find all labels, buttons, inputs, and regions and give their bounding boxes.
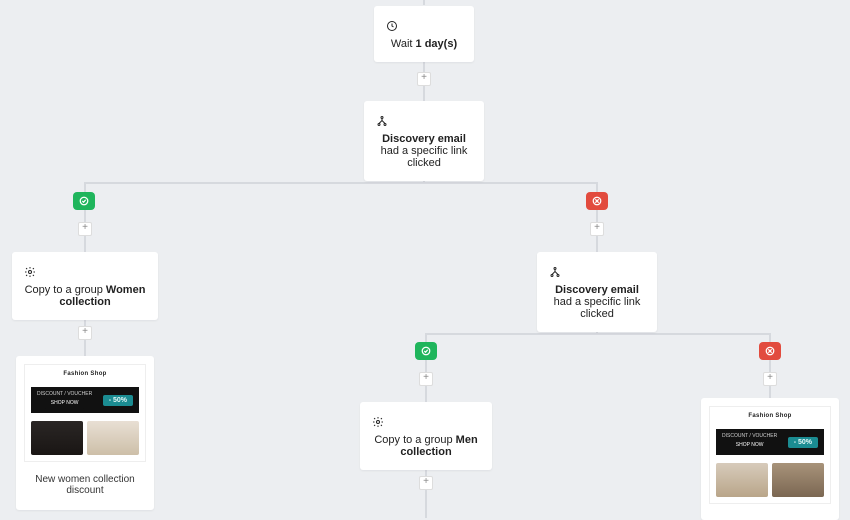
email-preview: Fashion Shop DISCOUNT / VOUCHER SHOP NOW… (709, 406, 831, 504)
email-preview: Fashion Shop DISCOUNT / VOUCHER SHOP NOW… (24, 364, 146, 462)
yes-badge (73, 192, 95, 210)
yes-badge (415, 342, 437, 360)
split-icon (376, 115, 472, 127)
action-text: Copy to a group Women collection (25, 284, 146, 308)
add-step-button[interactable]: + (590, 222, 604, 236)
action-copy-men[interactable]: Copy to a group Men collection (360, 402, 492, 470)
add-step-button[interactable]: + (417, 72, 431, 86)
no-badge (759, 342, 781, 360)
email-card-women[interactable]: Fashion Shop DISCOUNT / VOUCHER SHOP NOW… (16, 356, 154, 510)
action-text: Copy to a group Men collection (374, 434, 477, 458)
condition-text: Discovery email had a specific link clic… (554, 284, 641, 320)
wait-node[interactable]: Wait 1 day(s) (374, 6, 474, 62)
add-step-button[interactable]: + (419, 476, 433, 490)
add-step-button[interactable]: + (78, 222, 92, 236)
gear-icon (24, 266, 146, 278)
action-copy-women[interactable]: Copy to a group Women collection (12, 252, 158, 320)
add-step-button[interactable]: + (78, 326, 92, 340)
clock-icon (386, 20, 462, 32)
add-step-button[interactable]: + (763, 372, 777, 386)
split-icon (549, 266, 645, 278)
gear-icon (372, 416, 480, 428)
condition-node-2[interactable]: Discovery email had a specific link clic… (537, 252, 657, 332)
no-badge (586, 192, 608, 210)
wait-text: Wait 1 day(s) (391, 38, 457, 50)
condition-text: Discovery email had a specific link clic… (381, 133, 468, 169)
email-card-caption: New women collection discount (24, 470, 146, 502)
add-step-button[interactable]: + (419, 372, 433, 386)
email-card-men[interactable]: Fashion Shop DISCOUNT / VOUCHER SHOP NOW… (701, 398, 839, 520)
condition-node-1[interactable]: Discovery email had a specific link clic… (364, 101, 484, 181)
